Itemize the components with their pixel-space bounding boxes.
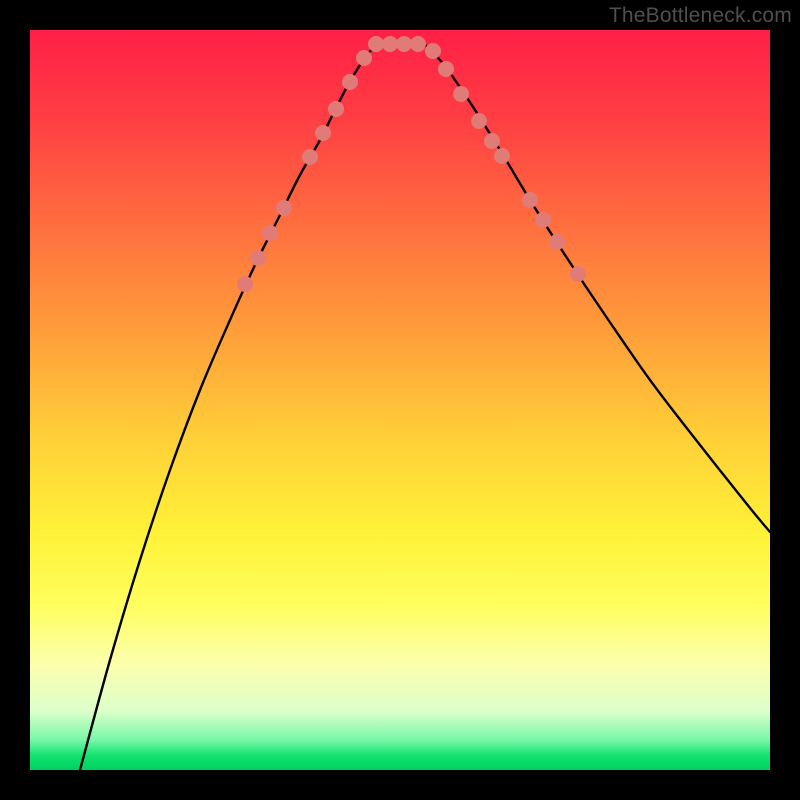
marker-dot [356,50,372,66]
marker-dot [471,113,487,129]
chart-svg [30,30,770,770]
marker-dot [549,234,565,250]
marker-dot [276,200,292,216]
marker-dot [494,148,510,164]
marker-dot [570,266,586,282]
marker-dot [368,36,384,52]
marker-dot [453,86,469,102]
marker-dot [382,36,398,52]
marker-dot [328,101,344,117]
marker-dot [425,43,441,59]
plot-area [30,30,770,770]
marker-dot [438,61,454,77]
marker-dot [250,250,266,266]
chart-frame: TheBottleneck.com [0,0,800,800]
watermark-text: TheBottleneck.com [609,4,792,28]
marker-dot [262,225,278,241]
marker-dot [342,74,358,90]
marker-dot [410,36,426,52]
marker-dot [396,36,412,52]
marker-dot [315,125,331,141]
marker-dot [522,192,538,208]
marker-dot [302,149,318,165]
curve-left-curve [80,45,375,770]
marker-dot [237,276,253,292]
marker-dot [535,212,551,228]
marker-dot [484,133,500,149]
